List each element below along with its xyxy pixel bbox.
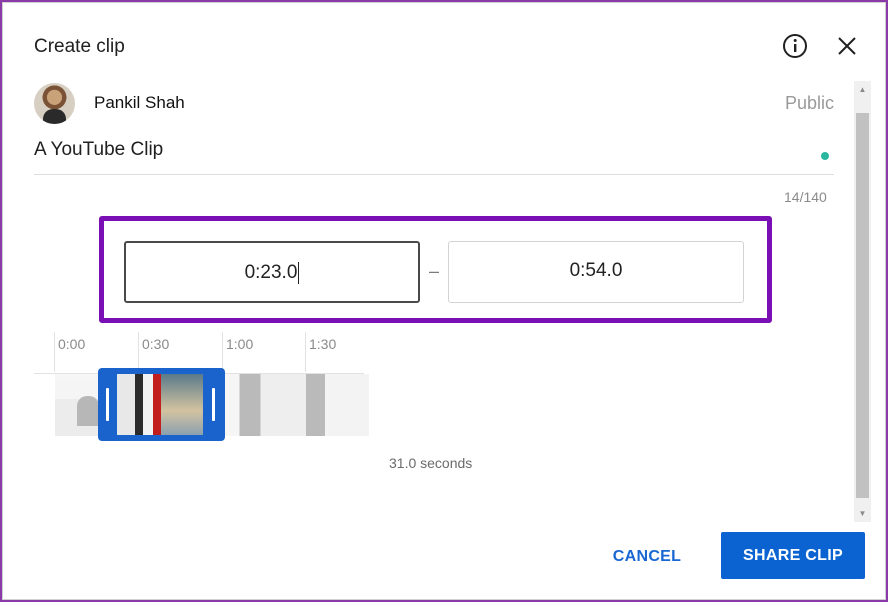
avatar (34, 83, 75, 124)
create-clip-dialog: Create clip Pankil Shah Public A YouTube… (2, 2, 886, 600)
end-handle[interactable] (212, 388, 215, 421)
dialog-title: Create clip (34, 36, 125, 57)
start-time-value: 0:23.0 (244, 262, 298, 283)
timeline-tick (305, 332, 306, 372)
timeline-tick-label: 0:00 (58, 336, 86, 352)
channel-name: Pankil Shah (94, 93, 185, 112)
title-divider (34, 174, 834, 175)
timeline-tick-label: 1:30 (309, 336, 337, 352)
video-thumbnail (223, 374, 306, 436)
range-separator: – (429, 261, 440, 281)
timeline-tick (138, 332, 139, 372)
close-icon (838, 37, 856, 55)
timeline-tick-label: 1:00 (226, 336, 254, 352)
share-clip-button[interactable]: SHARE CLIP (721, 532, 865, 579)
timeline-tick (54, 332, 55, 372)
scroll-down-icon[interactable]: ▼ (854, 505, 871, 522)
status-dot (821, 152, 829, 160)
text-caret (298, 261, 300, 284)
scroll-up-icon[interactable]: ▲ (854, 81, 871, 98)
end-time-value: 0:54.0 (569, 260, 623, 281)
clip-duration: 31.0 seconds (389, 455, 473, 471)
clip-range-selector[interactable] (98, 368, 225, 441)
start-time-input[interactable]: 0:23.0 (124, 241, 420, 303)
video-thumbnail (306, 374, 369, 436)
end-time-input[interactable]: 0:54.0 (448, 241, 744, 303)
info-icon (783, 34, 807, 58)
selected-thumbnail (117, 374, 203, 435)
scroll-thumb[interactable] (856, 113, 869, 498)
timeline-tick (222, 332, 223, 372)
clip-title-input[interactable]: A YouTube Clip (34, 139, 163, 161)
clip-timeline[interactable]: 0:00 0:30 1:00 1:30 (34, 332, 374, 442)
close-button[interactable] (833, 32, 861, 60)
visibility-label[interactable]: Public (785, 93, 834, 114)
timeline-tick-label: 0:30 (142, 336, 170, 352)
start-handle[interactable] (106, 388, 109, 421)
scrollbar[interactable]: ▲ ▼ (854, 81, 871, 522)
info-button[interactable] (781, 32, 809, 60)
char-counter: 14/140 (784, 189, 827, 205)
cancel-button[interactable]: CANCEL (597, 537, 697, 577)
